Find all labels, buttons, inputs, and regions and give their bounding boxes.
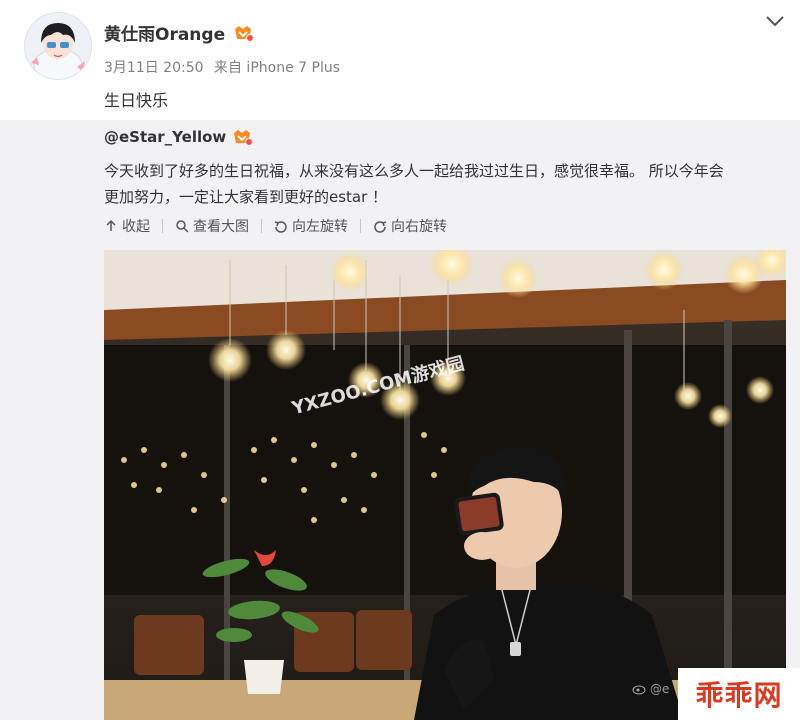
repost-text-line: 更加努力，一定让大家看到更好的estar ！ [104, 188, 388, 206]
arrow-up-icon [106, 219, 116, 231]
chevron-down-icon[interactable] [764, 12, 786, 30]
weibo-watermark: @e [632, 682, 669, 696]
avatar-illustration [25, 13, 91, 79]
image-toolbar: 收起 查看大图 向左旋转 向右旋转 [104, 216, 447, 236]
divider [261, 219, 262, 233]
repost-card: @eStar_Yellow 今天收到了好多的生日祝福，从来没有这么多人一起给我过… [0, 120, 800, 720]
rotate-right-icon [374, 221, 387, 233]
weibo-logo-icon [632, 685, 646, 695]
avatar[interactable] [24, 12, 92, 80]
repost-text-line: 今天收到了好多的生日祝福，从来没有这么多人一起给我过过生日，感觉很幸福。 所以今… [104, 162, 724, 180]
post-meta: 3月11日 20:50 来自 iPhone 7 Plus [104, 57, 346, 77]
weibo-post: 黄仕雨Orange 3月11日 20:50 来自 iPhone 7 Plus 生… [0, 0, 800, 720]
repost-author: @eStar_Yellow [104, 128, 254, 146]
collapse-label: 收起 [122, 219, 150, 235]
post-source: 来自 iPhone 7 Plus [213, 60, 340, 76]
site-logo-text: 乖乖网 [695, 679, 783, 712]
rotate-right-button[interactable]: 向右旋转 [373, 216, 447, 236]
weibo-watermark-text: @e [650, 682, 670, 696]
divider [162, 219, 163, 233]
repost-author-name[interactable]: @eStar_Yellow [104, 128, 226, 146]
rotate-left-label: 向左旋转 [292, 219, 348, 235]
rotate-left-button[interactable]: 向左旋转 [274, 216, 348, 236]
search-icon [176, 220, 189, 233]
view-large-button[interactable]: 查看大图 [175, 216, 249, 236]
post-author: 黄仕雨Orange [104, 20, 255, 45]
post-time[interactable]: 3月11日 20:50 [104, 60, 204, 76]
rotate-right-label: 向右旋转 [391, 219, 447, 235]
rotate-left-icon [274, 221, 287, 233]
vip-badge-icon[interactable] [232, 128, 254, 146]
author-name[interactable]: 黄仕雨Orange [104, 20, 225, 45]
repost-text: 今天收到了好多的生日祝福，从来没有这么多人一起给我过过生日，感觉很幸福。 所以今… [104, 158, 784, 210]
divider [360, 219, 361, 233]
vip-badge-icon[interactable] [233, 24, 255, 42]
collapse-button[interactable]: 收起 [104, 216, 150, 236]
post-text: 生日快乐 [104, 91, 169, 110]
site-logo: 乖乖网 [678, 668, 800, 720]
post-photo[interactable]: YXZOO.COM游戏园 [104, 250, 786, 720]
view-large-label: 查看大图 [193, 219, 249, 235]
photo-illustration: YXZOO.COM游戏园 [104, 250, 786, 720]
